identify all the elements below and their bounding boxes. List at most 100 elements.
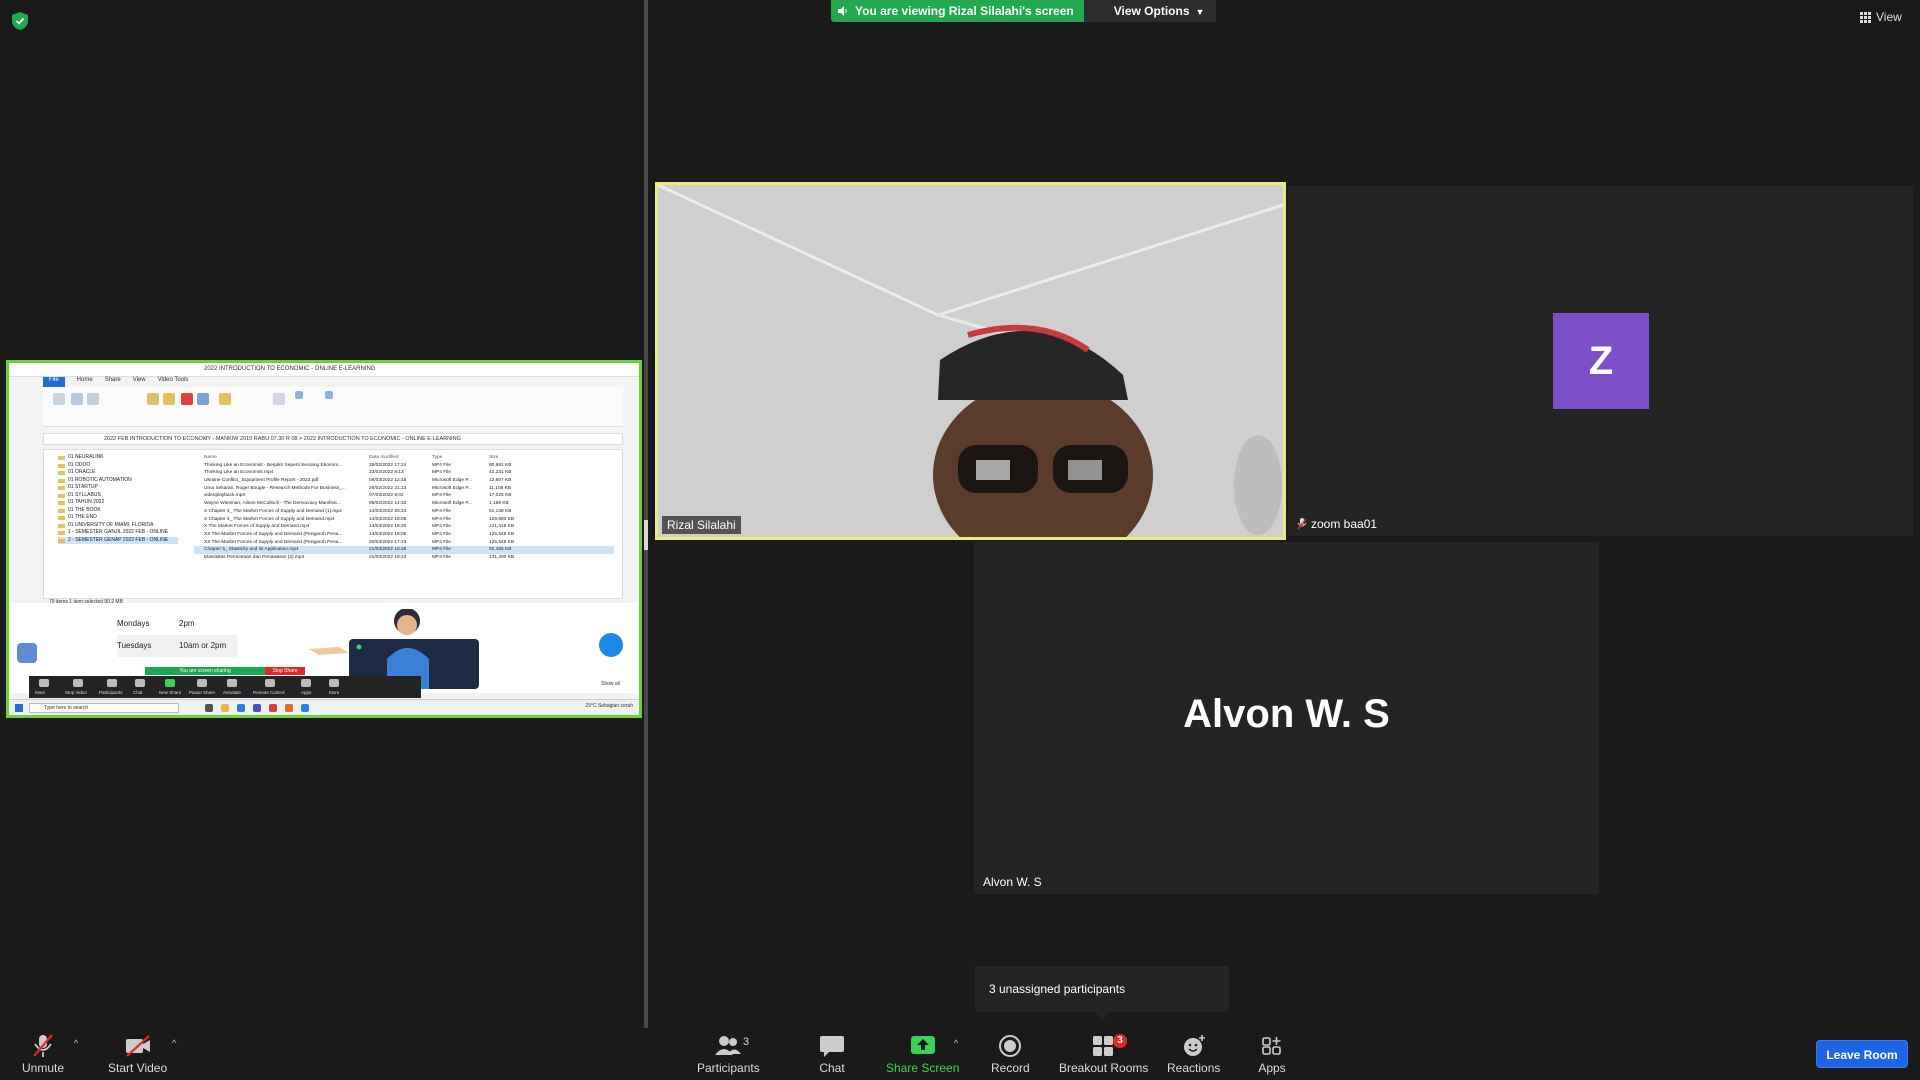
zoombar-label: Pause Share	[189, 690, 216, 695]
security-shield-icon[interactable]	[12, 12, 28, 30]
zoombar-label: Annotate	[223, 690, 242, 695]
mic-muted-icon	[33, 1034, 53, 1057]
file-row: Ukraine Conflict_ Equipment Profile Repo…	[194, 477, 614, 485]
active-speaker-video-tile[interactable]: Rizal Silalahi	[655, 182, 1286, 540]
file-size: 131,400 KB	[489, 554, 515, 560]
task-view-icon	[205, 704, 213, 712]
file-type: MP4 File	[432, 547, 451, 553]
new-folder-icon	[219, 393, 231, 405]
file-size: 125,548 KB	[489, 531, 515, 537]
shield-badge-icon	[17, 643, 37, 663]
reactions-button[interactable]: Reactions	[1167, 1034, 1220, 1075]
new-share-icon	[165, 679, 175, 687]
file-date: 28/02/2022 17:24	[369, 462, 407, 468]
participant-video-tile[interactable]: Alvon W. S Alvon W. S	[974, 542, 1599, 894]
select-all-icon	[325, 391, 333, 399]
start-video-button[interactable]: Start Video	[108, 1034, 167, 1075]
move-to-icon	[147, 393, 159, 405]
chat-icon	[820, 1036, 844, 1057]
file-date: 14/03/2022 20:24	[369, 508, 407, 514]
share-screen-icon	[910, 1036, 935, 1054]
folder-item: 01 ROBOTIC AUTOMATION	[58, 477, 178, 485]
file-type: MP4 File	[432, 539, 451, 545]
zoombar-label: Participants	[99, 690, 123, 695]
file-row: Uma Sekaran, Roger Bougie - Research Met…	[194, 485, 614, 493]
breakout-rooms-button[interactable]: Breakout Rooms	[1059, 1034, 1148, 1075]
folder-item: 01 SYLLABUS	[58, 492, 178, 500]
audio-options-caret-icon[interactable]: ^	[74, 1038, 78, 1048]
chat-label: Chat	[819, 1061, 845, 1075]
schedule-day: Tuesdays	[117, 641, 152, 650]
file-name: Thinking Like an Economist.mp4	[204, 470, 274, 476]
zoombar-label: Mute	[35, 690, 46, 695]
participant-video-tile[interactable]: Z zoom baa01	[1288, 186, 1913, 536]
pin-icon	[53, 393, 65, 405]
participants-button[interactable]: Participants	[697, 1034, 760, 1075]
explorer-address-bar: 2022 FEB INTRODUCTION TO ECONOMY - MANKI…	[43, 433, 623, 445]
open-icon	[295, 391, 303, 399]
apps-button[interactable]: Apps	[1258, 1034, 1286, 1075]
explorer-window-title: 2022 INTRODUCTION TO ECONOMIC - ONLINE E…	[204, 366, 376, 372]
powerpoint-icon	[285, 704, 293, 712]
chat-icon	[135, 679, 145, 687]
zoombar-label: Stop Video	[65, 690, 87, 695]
file-list-header: Name Date modified Type Size	[194, 454, 614, 462]
zoombar-label: More	[329, 690, 340, 695]
remote-control-icon	[265, 679, 275, 687]
mic-muted-icon	[1297, 518, 1307, 530]
pane-divider-handle[interactable]	[644, 520, 648, 550]
windows-taskbar: Type here to search 29°C Sebagian cerah	[9, 699, 639, 715]
taskbar-search: Type here to search	[29, 703, 179, 713]
file-size: 121,418 KB	[489, 524, 515, 530]
file-rows: Thinking Like an Economist - Berpikir Se…	[194, 462, 614, 562]
file-size: 1,188 KB	[489, 501, 509, 507]
file-name: Wayne Wiesman, Alison McCulloch - The De…	[204, 501, 341, 507]
file-explorer-icon	[221, 704, 229, 712]
chat-button[interactable]: Chat	[818, 1034, 846, 1075]
file-type: MP4 File	[432, 493, 451, 499]
participant-name-tag: Alvon W. S	[983, 875, 1042, 889]
file-size: 80,981 KB	[489, 462, 512, 468]
avatar: Z	[1553, 313, 1649, 409]
chrome-icon	[269, 704, 277, 712]
grid-view-icon	[1860, 11, 1871, 23]
view-options-button[interactable]: View Options ▼	[1083, 0, 1217, 22]
folder-item: 01 TAHUN 2022	[58, 499, 178, 507]
edge-icon	[237, 704, 245, 712]
zoom-app-icon	[301, 704, 309, 712]
mute-icon	[39, 679, 49, 687]
file-row: Elastisitas Permintaan dan Penawaran (2)…	[194, 554, 614, 562]
unassigned-participants-tooltip[interactable]: 3 unassigned participants	[975, 966, 1229, 1019]
file-row: X Chapter 4_ The Market Forces of Supply…	[194, 508, 614, 516]
participants-icon	[715, 1036, 742, 1055]
file-type: MP4 File	[432, 508, 451, 514]
folder-item: 01 ODOO	[58, 462, 178, 470]
view-layout-button[interactable]: View	[1860, 10, 1902, 24]
ribbon-tab-home: Home	[76, 377, 93, 383]
video-options-caret-icon[interactable]: ^	[172, 1038, 176, 1048]
video-off-icon	[125, 1035, 150, 1057]
file-date: 07/03/2022 9:02	[369, 493, 404, 499]
pane-divider[interactable]	[644, 0, 648, 1028]
share-options-caret-icon[interactable]: ^	[954, 1038, 958, 1048]
share-screen-button[interactable]: Share Screen	[886, 1034, 959, 1075]
file-row: Thinking Like an Economist.mp4 23/02/2022…	[194, 469, 614, 477]
file-name: X Chapter 4_ The Market Forces of Supply…	[204, 516, 335, 522]
leave-room-button[interactable]: Leave Room	[1816, 1040, 1908, 1068]
unmute-button[interactable]: Unmute	[22, 1034, 64, 1075]
file-type: MP4 File	[432, 524, 451, 530]
file-row: X The Market Forces of Supply and Demand…	[194, 523, 614, 531]
file-size: 12,607 KB	[489, 478, 512, 484]
file-row: XX The Market Forces of Supply and Deman…	[194, 531, 614, 539]
participants-icon	[107, 679, 117, 687]
schedule-time: 10am or 2pm	[179, 641, 227, 650]
file-name: Ukraine Conflict_ Equipment Profile Repo…	[204, 478, 319, 484]
ribbon-tab-share: Share	[104, 377, 121, 383]
col-type: Type	[432, 455, 443, 460]
schedule-time: 2pm	[179, 619, 195, 628]
copy-to-icon	[163, 393, 175, 405]
file-type: MP4 File	[432, 516, 451, 522]
file-date: 23/02/2022 8:13	[369, 470, 404, 476]
file-name: videoplayback.mp4	[204, 493, 246, 499]
record-button[interactable]: Record	[991, 1034, 1030, 1075]
